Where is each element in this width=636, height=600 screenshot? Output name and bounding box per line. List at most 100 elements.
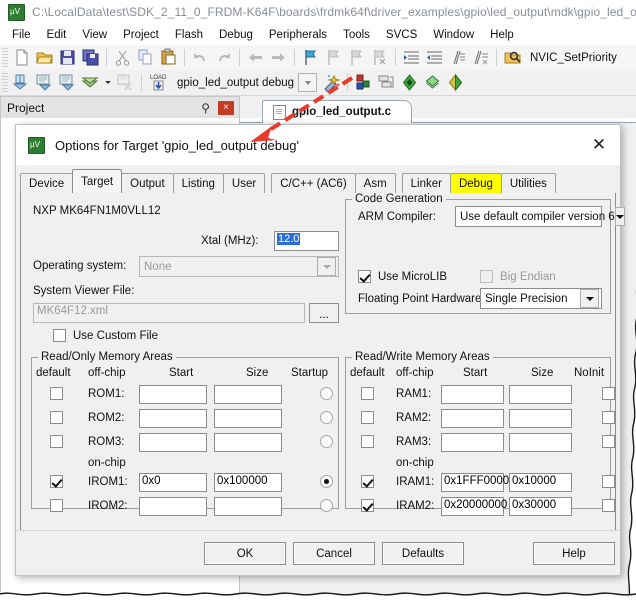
toolbar-grip[interactable] (2, 73, 8, 92)
irom2-startup-radio[interactable] (320, 499, 334, 512)
rom1-start-input[interactable] (139, 385, 207, 404)
undo-icon[interactable] (190, 47, 211, 68)
options-for-target-icon[interactable] (321, 72, 342, 93)
iram1-default-checkbox[interactable] (361, 475, 374, 488)
batch-build-icon[interactable] (80, 72, 101, 93)
menu-item-help[interactable]: Help (482, 27, 522, 43)
menu-item-debug[interactable]: Debug (211, 27, 261, 43)
chevron-down-icon[interactable] (580, 289, 599, 308)
iram1-size-input[interactable]: 0x10000 (509, 473, 572, 492)
ram1-size-input[interactable] (509, 385, 572, 404)
irom1-size-input[interactable]: 0x100000 (214, 473, 282, 492)
menu-item-edit[interactable]: Edit (39, 27, 75, 43)
tab-device[interactable]: Device (20, 173, 74, 193)
chevron-down-icon[interactable] (317, 257, 336, 276)
cut-icon[interactable] (112, 47, 133, 68)
operating-system-combo[interactable]: None (139, 256, 339, 277)
stop-build-icon[interactable] (115, 72, 136, 93)
irom2-size-input[interactable] (214, 497, 282, 516)
pack-installer-icon[interactable] (399, 72, 420, 93)
irom1-start-input[interactable]: 0x0 (139, 473, 207, 492)
paste-icon[interactable] (158, 47, 179, 68)
rom3-size-input[interactable] (214, 433, 282, 452)
ram3-start-input[interactable] (441, 433, 504, 452)
use-custom-file-row[interactable]: Use Custom File (53, 329, 158, 342)
rom2-size-input[interactable] (214, 409, 282, 428)
forward-icon[interactable] (268, 47, 289, 68)
big-endian-checkbox[interactable] (480, 270, 493, 283)
use-microlib-checkbox[interactable] (358, 270, 371, 283)
batch-dropdown-icon[interactable] (103, 72, 113, 93)
close-icon[interactable]: × (218, 100, 234, 115)
rebuild-icon[interactable] (57, 72, 78, 93)
system-viewer-browse-button[interactable]: ... (309, 303, 339, 323)
tab-user[interactable]: User (222, 173, 266, 193)
comment-icon[interactable] (447, 47, 468, 68)
irom2-default-checkbox[interactable] (50, 499, 63, 512)
menu-item-file[interactable]: File (4, 27, 39, 43)
menu-item-project[interactable]: Project (115, 27, 167, 43)
rom3-startup-radio[interactable] (320, 435, 334, 448)
bookmark-clear-icon[interactable] (369, 47, 390, 68)
tab-linker[interactable]: Linker (401, 173, 451, 193)
ram3-size-input[interactable] (509, 433, 572, 452)
ram2-default-checkbox[interactable] (361, 411, 374, 424)
defaults-button[interactable]: Defaults (382, 542, 464, 565)
rom1-default-checkbox[interactable] (50, 387, 63, 400)
bookmark-prev-icon[interactable] (323, 47, 344, 68)
tab-debug[interactable]: Debug (449, 173, 502, 193)
ram1-default-checkbox[interactable] (361, 387, 374, 400)
indent-icon[interactable] (401, 47, 422, 68)
load-icon[interactable]: LOAD (147, 72, 168, 93)
iram2-default-checkbox[interactable] (361, 499, 374, 512)
help-button[interactable]: Help (533, 542, 615, 565)
bookmark-next-icon[interactable] (346, 47, 367, 68)
rom3-default-checkbox[interactable] (50, 435, 63, 448)
tab-output[interactable]: Output (121, 173, 174, 193)
tab-target[interactable]: Target (72, 169, 123, 193)
editor-tab-gpio-led-output-c[interactable]: gpio_led_output.c (262, 100, 412, 123)
translate-icon[interactable] (11, 72, 32, 93)
fpu-combo[interactable]: Single Precision (480, 288, 602, 309)
ram1-start-input[interactable] (441, 385, 504, 404)
ram1-noinit-checkbox[interactable] (602, 387, 616, 400)
ok-button[interactable]: OK (204, 542, 286, 565)
toolbar-grip[interactable] (2, 48, 8, 67)
rom1-size-input[interactable] (214, 385, 282, 404)
tab-utilities[interactable]: Utilities (500, 173, 556, 193)
use-custom-file-checkbox[interactable] (53, 329, 66, 342)
dialog-close-button[interactable]: ✕ (578, 130, 620, 160)
rom2-start-input[interactable] (139, 409, 207, 428)
iram2-noinit-checkbox[interactable] (602, 499, 616, 512)
find-in-files-icon[interactable] (502, 47, 523, 68)
redo-icon[interactable] (213, 47, 234, 68)
manage-runtime-env-icon[interactable] (445, 72, 466, 93)
system-viewer-file-input[interactable]: MK64F12.xml (33, 303, 305, 323)
pin-icon[interactable]: ⚲ (201, 101, 210, 115)
build-icon[interactable] (34, 72, 55, 93)
new-file-icon[interactable] (11, 47, 32, 68)
ram2-size-input[interactable] (509, 409, 572, 428)
save-all-icon[interactable] (80, 47, 101, 68)
chevron-down-icon[interactable] (298, 73, 318, 92)
irom2-start-input[interactable] (139, 497, 207, 516)
ram2-noinit-checkbox[interactable] (602, 411, 616, 424)
tab-listing[interactable]: Listing (172, 173, 224, 193)
iram1-noinit-checkbox[interactable] (602, 475, 616, 488)
copy-icon[interactable] (135, 47, 156, 68)
ram2-start-input[interactable] (441, 409, 504, 428)
tab-c-cpp[interactable]: C/C++ (AC6) (271, 173, 356, 193)
uncomment-icon[interactable] (470, 47, 491, 68)
menu-item-flash[interactable]: Flash (167, 27, 211, 43)
save-icon[interactable] (57, 47, 78, 68)
iram1-start-input[interactable]: 0x1FFF0000 (441, 473, 509, 492)
menu-item-tools[interactable]: Tools (335, 27, 378, 43)
manage-project-items-icon[interactable] (353, 72, 374, 93)
irom1-startup-radio[interactable] (320, 475, 334, 488)
ram3-default-checkbox[interactable] (361, 435, 374, 448)
use-microlib-row[interactable]: Use MicroLIB (358, 270, 447, 283)
back-icon[interactable] (245, 47, 266, 68)
irom1-default-checkbox[interactable] (50, 475, 63, 488)
manage-multi-project-icon[interactable] (376, 72, 397, 93)
books-icon[interactable] (422, 72, 443, 93)
